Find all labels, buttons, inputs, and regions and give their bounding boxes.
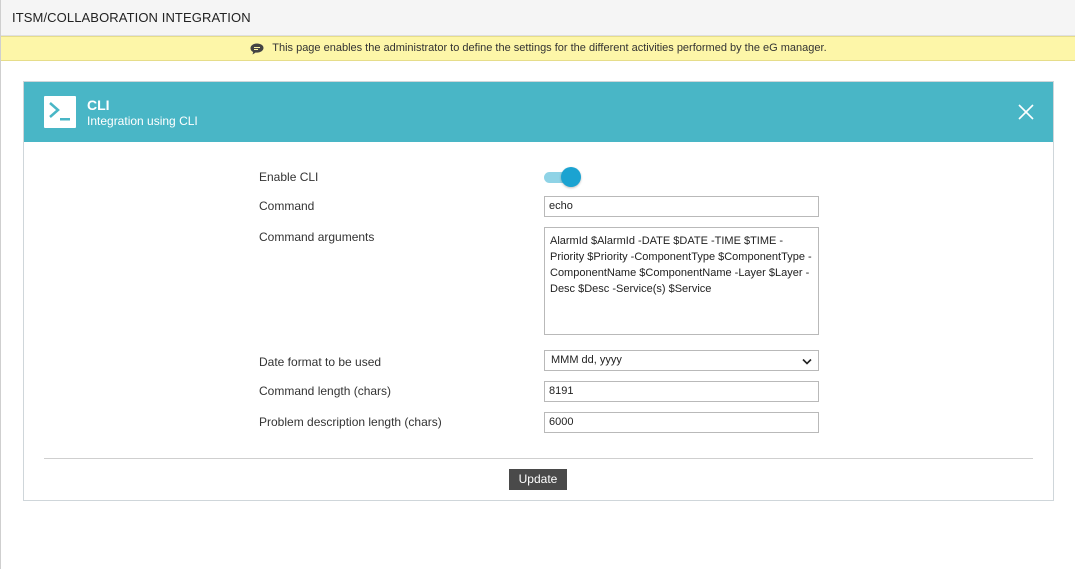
panel-subtitle: Integration using CLI xyxy=(87,114,198,128)
page-title: ITSM/COLLABORATION INTEGRATION xyxy=(12,10,251,25)
command-arguments-textarea[interactable]: AlarmId $AlarmId -DATE $DATE -TIME $TIME… xyxy=(544,227,819,335)
divider xyxy=(44,458,1033,459)
info-banner: This page enables the administrator to d… xyxy=(1,36,1075,61)
terminal-icon xyxy=(44,96,76,128)
command-length-input[interactable]: 8191 xyxy=(544,381,819,402)
speech-bubble-icon xyxy=(250,41,264,55)
panel-title: CLI xyxy=(87,97,110,113)
enable-cli-label: Enable CLI xyxy=(259,170,319,184)
date-format-select[interactable]: MMM dd, yyyy xyxy=(544,350,819,371)
command-length-label: Command length (chars) xyxy=(259,384,392,398)
date-format-value: MMM dd, yyyy xyxy=(551,354,622,366)
command-label: Command xyxy=(259,199,315,213)
date-format-label: Date format to be used xyxy=(259,355,382,369)
update-button[interactable]: Update xyxy=(509,469,567,490)
command-input[interactable]: echo xyxy=(544,196,819,217)
info-text: This page enables the administrator to d… xyxy=(272,42,827,54)
enable-cli-toggle[interactable] xyxy=(544,167,582,187)
problem-desc-length-input[interactable]: 6000 xyxy=(544,412,819,433)
top-bar: ITSM/COLLABORATION INTEGRATION xyxy=(1,0,1075,36)
toggle-knob xyxy=(561,167,581,187)
close-icon[interactable] xyxy=(1017,103,1035,121)
problem-desc-length-label: Problem description length (chars) xyxy=(259,415,442,429)
command-arguments-label: Command arguments xyxy=(259,230,375,244)
chevron-down-icon xyxy=(802,357,812,365)
panel-header: CLI Integration using CLI xyxy=(24,82,1053,142)
cli-panel: CLI Integration using CLI Enable CLI Com… xyxy=(23,81,1054,501)
